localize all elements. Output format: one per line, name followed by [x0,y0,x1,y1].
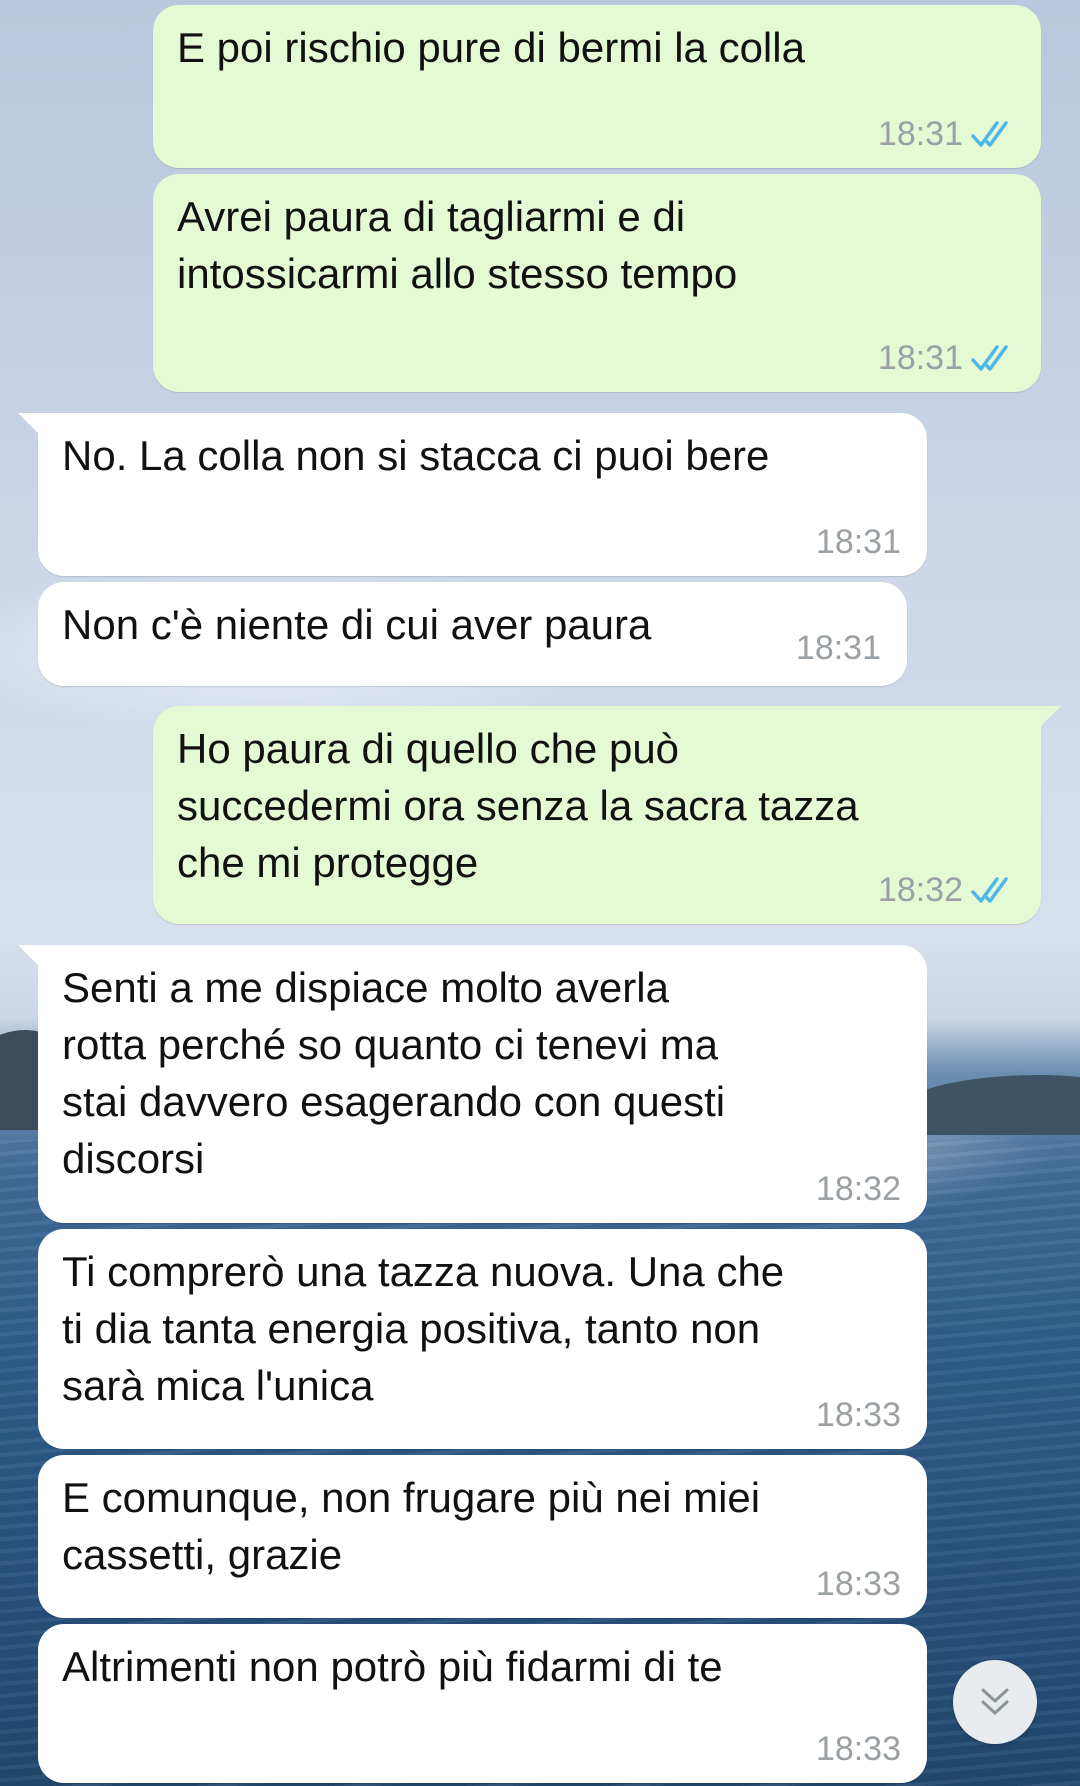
double-check-icon [971,345,1008,371]
message-meta: 18:31 [796,628,881,668]
message-meta: 18:32 [816,1169,901,1209]
message-time: 18:33 [815,1396,901,1434]
outgoing-message[interactable]: E poi rischio pure di bermi la colla 18:… [153,5,1041,168]
message-text: E comunque, non frugare più nei miei cas… [62,1474,761,1578]
message-text: Ho paura di quello che può succedermi or… [177,725,859,886]
message-text: E poi rischio pure di bermi la colla [177,24,805,71]
message-meta: 18:33 [816,1564,901,1604]
message-text: No. La colla non si stacca ci puoi bere [62,432,770,479]
message-time: 18:32 [877,871,963,909]
message-text: Avrei paura di tagliarmi e di intossicar… [177,193,738,297]
incoming-message[interactable]: Senti a me dispiace molto averla rotta p… [18,945,927,1223]
message-time: 18:31 [795,629,881,667]
incoming-message[interactable]: Ti comprerò una tazza nuova. Una che ti … [38,1229,927,1449]
message-meta: 18:31 [816,522,901,562]
outgoing-message[interactable]: Ho paura di quello che può succedermi or… [153,706,1061,924]
message-meta: 18:32 [878,870,1015,910]
double-chevron-down-icon [981,1688,1009,1715]
double-check-icon [971,877,1008,903]
message-meta: 18:33 [816,1395,901,1435]
outgoing-message[interactable]: Avrei paura di tagliarmi e di intossicar… [153,174,1041,392]
message-meta: 18:31 [878,114,1015,154]
message-text: Altrimenti non potrò più fidarmi di te [62,1643,723,1690]
incoming-message[interactable]: Altrimenti non potrò più fidarmi di te 1… [38,1624,927,1783]
message-time: 18:32 [815,1170,901,1208]
message-time: 18:33 [815,1730,901,1768]
incoming-message[interactable]: No. La colla non si stacca ci puoi bere … [18,413,927,576]
message-text: Non c'è niente di cui aver paura [62,601,652,648]
incoming-message[interactable]: E comunque, non frugare più nei miei cas… [38,1455,927,1618]
message-text: Senti a me dispiace molto averla rotta p… [62,964,726,1182]
incoming-message[interactable]: Non c'è niente di cui aver paura 18:31 [38,582,907,686]
message-time: 18:33 [815,1565,901,1603]
message-time: 18:31 [877,115,963,153]
message-text: Ti comprerò una tazza nuova. Una che ti … [62,1248,785,1409]
double-check-icon [971,121,1008,147]
message-time: 18:31 [815,523,901,561]
message-meta: 18:33 [816,1729,901,1769]
scroll-to-bottom-button[interactable] [953,1660,1037,1744]
message-list[interactable]: E poi rischio pure di bermi la colla 18:… [0,0,1080,1786]
message-time: 18:31 [877,339,963,377]
message-meta: 18:31 [878,338,1015,378]
